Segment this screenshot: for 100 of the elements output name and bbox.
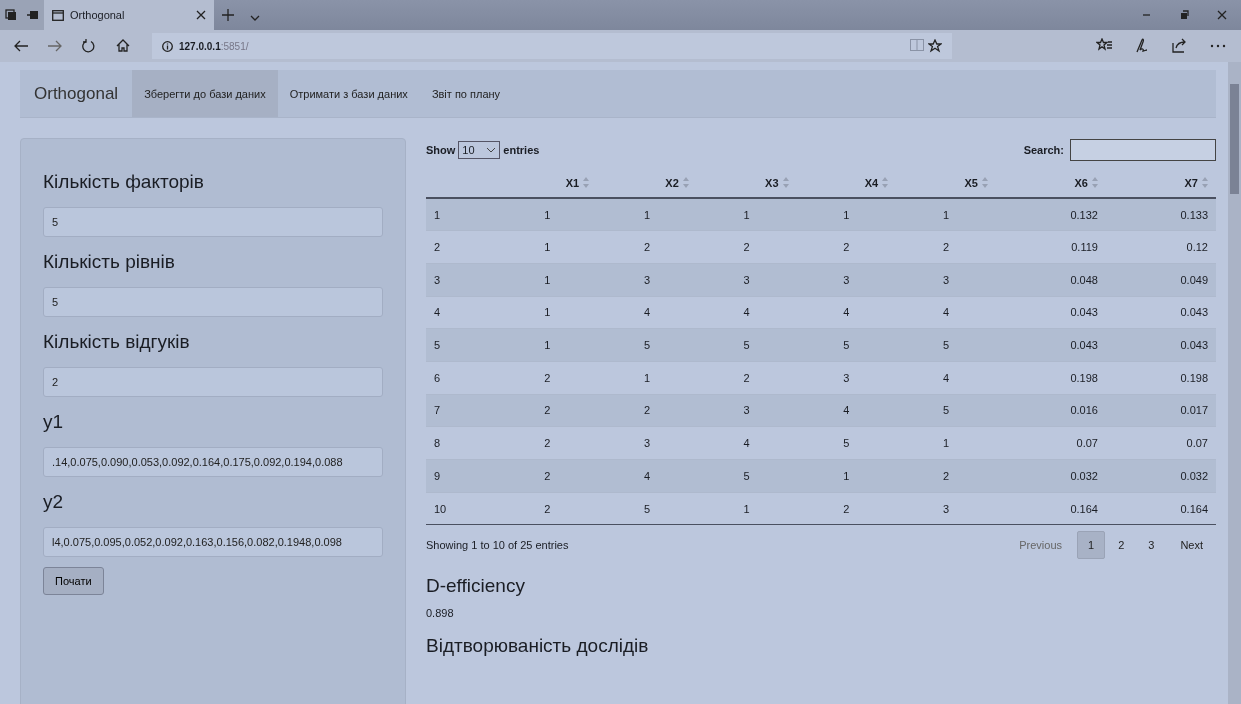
sort-icon bbox=[981, 177, 988, 188]
column-header[interactable]: X4 bbox=[864, 176, 889, 189]
pen-icon bbox=[1134, 38, 1150, 54]
url-text: 127.0.0.1:5851/ bbox=[179, 40, 249, 52]
page-size-select[interactable]: 10 bbox=[458, 141, 501, 159]
column-header[interactable]: X2 bbox=[665, 176, 689, 189]
column-header[interactable]: X5 bbox=[964, 176, 988, 189]
section-heading: Відтворюваність дослідів bbox=[426, 635, 650, 658]
scrollbar[interactable] bbox=[1228, 62, 1241, 704]
table-cell: 3 bbox=[597, 263, 697, 297]
refresh-icon bbox=[82, 39, 96, 53]
address-field[interactable]: 127.0.0.1:5851/ bbox=[152, 33, 952, 59]
tab-restore-icon[interactable] bbox=[27, 9, 39, 21]
table-cell: 2 bbox=[497, 394, 598, 427]
nav-link[interactable]: Зберегти до бази даних bbox=[132, 70, 278, 117]
back-icon bbox=[14, 39, 28, 53]
table-cell: 0.043 bbox=[1105, 328, 1216, 362]
field-label: Кількість факторів bbox=[43, 171, 205, 193]
table-cell: 0.132 bbox=[995, 198, 1106, 231]
page-button[interactable]: 3 bbox=[1137, 531, 1166, 560]
table-cell: 1 bbox=[497, 328, 598, 362]
table-cell: 3 bbox=[896, 492, 996, 525]
table-cell: 3 bbox=[896, 263, 996, 297]
forward-icon bbox=[48, 39, 62, 53]
field-label: y2 bbox=[43, 491, 65, 513]
close-icon[interactable] bbox=[196, 10, 206, 20]
table-cell: 0.043 bbox=[995, 328, 1106, 362]
brand-link[interactable]: Orthogonal bbox=[20, 70, 133, 117]
table-cell: 5 bbox=[796, 328, 897, 362]
input-field[interactable]: l4,0.075,0.095,0.052,0.092,0.163,0.156,0.082,0.1948,0.098 bbox=[43, 527, 383, 557]
table-cell: 10 bbox=[426, 492, 498, 525]
browser-tab[interactable]: Orthogonal bbox=[44, 0, 214, 30]
tab-title: Orthogonal bbox=[70, 9, 126, 21]
input-field[interactable]: 5 bbox=[43, 207, 383, 237]
table-cell: 3 bbox=[426, 263, 498, 297]
column-header[interactable]: X6 bbox=[1074, 176, 1098, 189]
table-cell: 0.048 bbox=[995, 263, 1106, 297]
length-label: Show bbox=[426, 144, 456, 156]
table-cell: 3 bbox=[696, 263, 797, 297]
close-icon bbox=[1217, 9, 1227, 20]
search-label: Search: bbox=[1023, 144, 1064, 156]
table-cell: 5 bbox=[597, 328, 697, 362]
table-cell: 2 bbox=[597, 394, 697, 427]
column-header[interactable]: X3 bbox=[765, 176, 789, 189]
tabs-aside-icon[interactable] bbox=[5, 9, 17, 21]
table-cell: 1 bbox=[497, 198, 598, 231]
star-icon[interactable] bbox=[928, 39, 942, 53]
table-cell: 4 bbox=[597, 459, 697, 493]
table-cell: 3 bbox=[696, 394, 797, 427]
result-value: 0.898 bbox=[426, 607, 455, 620]
table-cell: 0.133 bbox=[1105, 198, 1216, 231]
pagination-link[interactable]: Next bbox=[1167, 531, 1216, 560]
sort-icon bbox=[1091, 177, 1098, 188]
table-cell: 9 bbox=[426, 459, 498, 493]
table-cell: 0.164 bbox=[1105, 492, 1216, 525]
table-cell: 0.032 bbox=[995, 459, 1106, 493]
table-cell: 0.016 bbox=[995, 394, 1106, 427]
table-cell: 2 bbox=[497, 492, 598, 525]
input-field[interactable]: 2 bbox=[43, 367, 383, 397]
sort-icon bbox=[583, 177, 590, 188]
table-cell: 5 bbox=[896, 394, 996, 427]
table-cell: 1 bbox=[426, 198, 498, 231]
sort-icon bbox=[1202, 177, 1208, 188]
table-cell: 1 bbox=[896, 198, 996, 231]
start-button[interactable]: Почати bbox=[43, 567, 104, 595]
nav-link[interactable]: Звіт по плану bbox=[419, 70, 513, 117]
table-cell: 1 bbox=[696, 492, 797, 525]
nav-link[interactable]: Отримати з бази даних bbox=[277, 70, 420, 117]
plus-icon bbox=[222, 8, 234, 21]
table-cell: 1 bbox=[497, 263, 598, 297]
table-cell: 7 bbox=[426, 394, 498, 427]
table-cell: 5 bbox=[426, 328, 498, 362]
table-cell: 2 bbox=[896, 459, 996, 493]
table-cell: 5 bbox=[896, 328, 996, 362]
table-cell: 1 bbox=[796, 459, 897, 493]
column-header[interactable]: X7 bbox=[1184, 176, 1208, 189]
input-field[interactable]: .14,0.075,0.090,0.053,0.092,0.164,0.175,0.092,0.194,0.088 bbox=[43, 447, 383, 477]
page-button[interactable]: 2 bbox=[1107, 531, 1136, 560]
search-field[interactable] bbox=[1070, 139, 1216, 161]
column-header[interactable]: X1 bbox=[565, 176, 590, 189]
table-cell: 1 bbox=[696, 198, 797, 231]
field-label: Кількість відгуків bbox=[43, 331, 191, 353]
share-icon bbox=[1172, 38, 1188, 54]
section-heading: D-efficiency bbox=[426, 575, 526, 598]
table-cell: 1 bbox=[796, 198, 897, 231]
table-cell: 2 bbox=[796, 492, 897, 525]
table-info: Showing 1 to 10 of 25 entries bbox=[426, 539, 569, 552]
page-icon bbox=[52, 9, 64, 21]
page-button[interactable]: 1 bbox=[1077, 531, 1106, 560]
home-icon bbox=[116, 39, 130, 53]
chevron-down-icon bbox=[486, 147, 497, 153]
sort-icon bbox=[882, 177, 889, 188]
table-cell: 0.049 bbox=[1105, 263, 1216, 297]
table-cell: 0.164 bbox=[995, 492, 1106, 525]
table-cell: 5 bbox=[696, 328, 797, 362]
table-cell: 1 bbox=[597, 198, 697, 231]
length-label: entries bbox=[503, 144, 540, 156]
input-field[interactable]: 5 bbox=[43, 287, 383, 317]
info-icon bbox=[162, 40, 173, 52]
table-cell: 4 bbox=[796, 394, 897, 427]
